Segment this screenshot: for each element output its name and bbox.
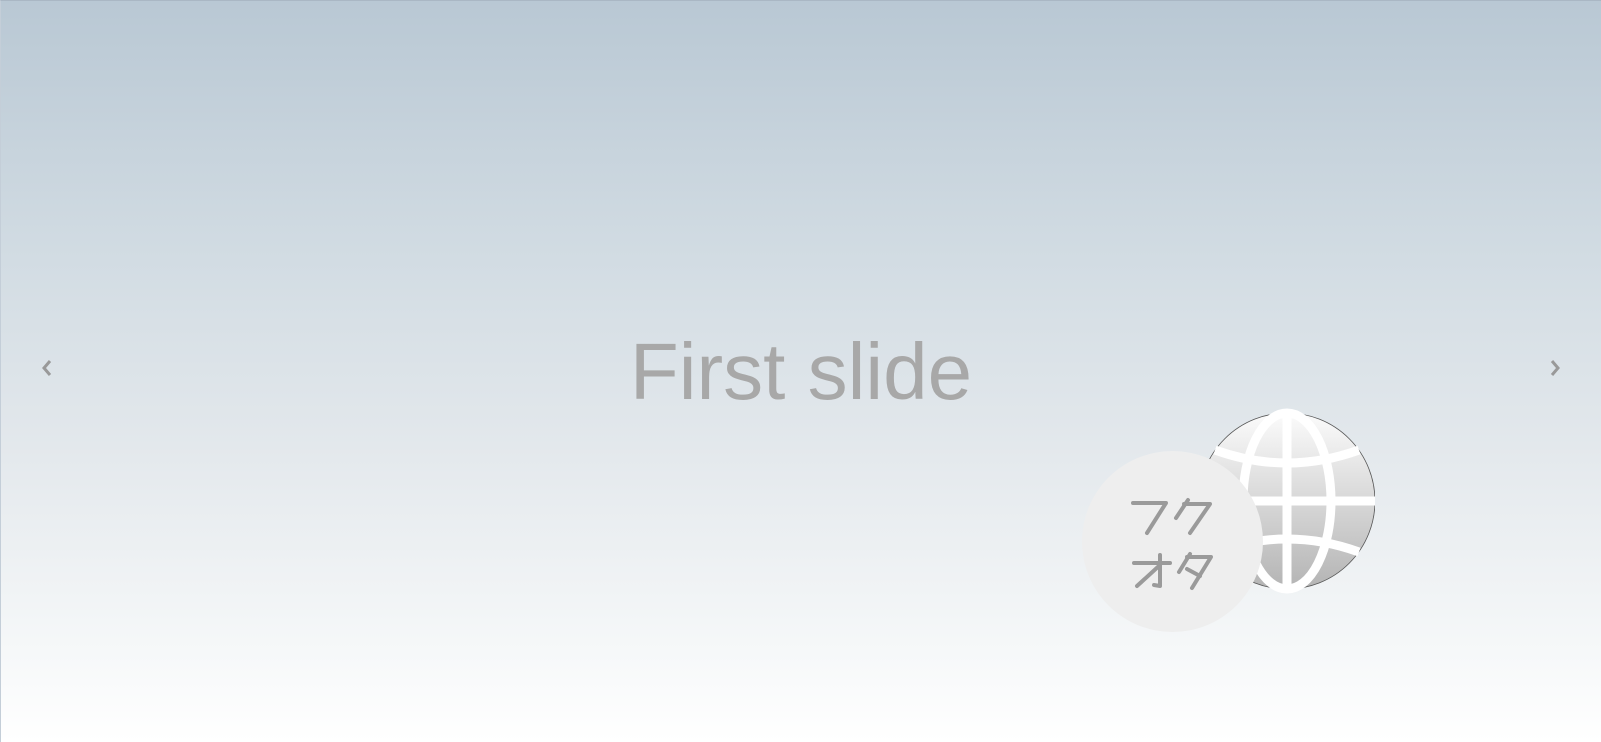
carousel-next-button[interactable]	[1543, 356, 1567, 380]
carousel-prev-button[interactable]	[35, 356, 59, 380]
image-carousel: First slide	[0, 0, 1601, 742]
otaku-logo-icon	[1131, 498, 1213, 590]
otaku-logo-badge[interactable]	[1082, 451, 1263, 632]
chevron-left-icon	[42, 360, 52, 376]
chevron-right-icon	[1550, 360, 1560, 376]
slide-caption: First slide	[629, 327, 973, 416]
